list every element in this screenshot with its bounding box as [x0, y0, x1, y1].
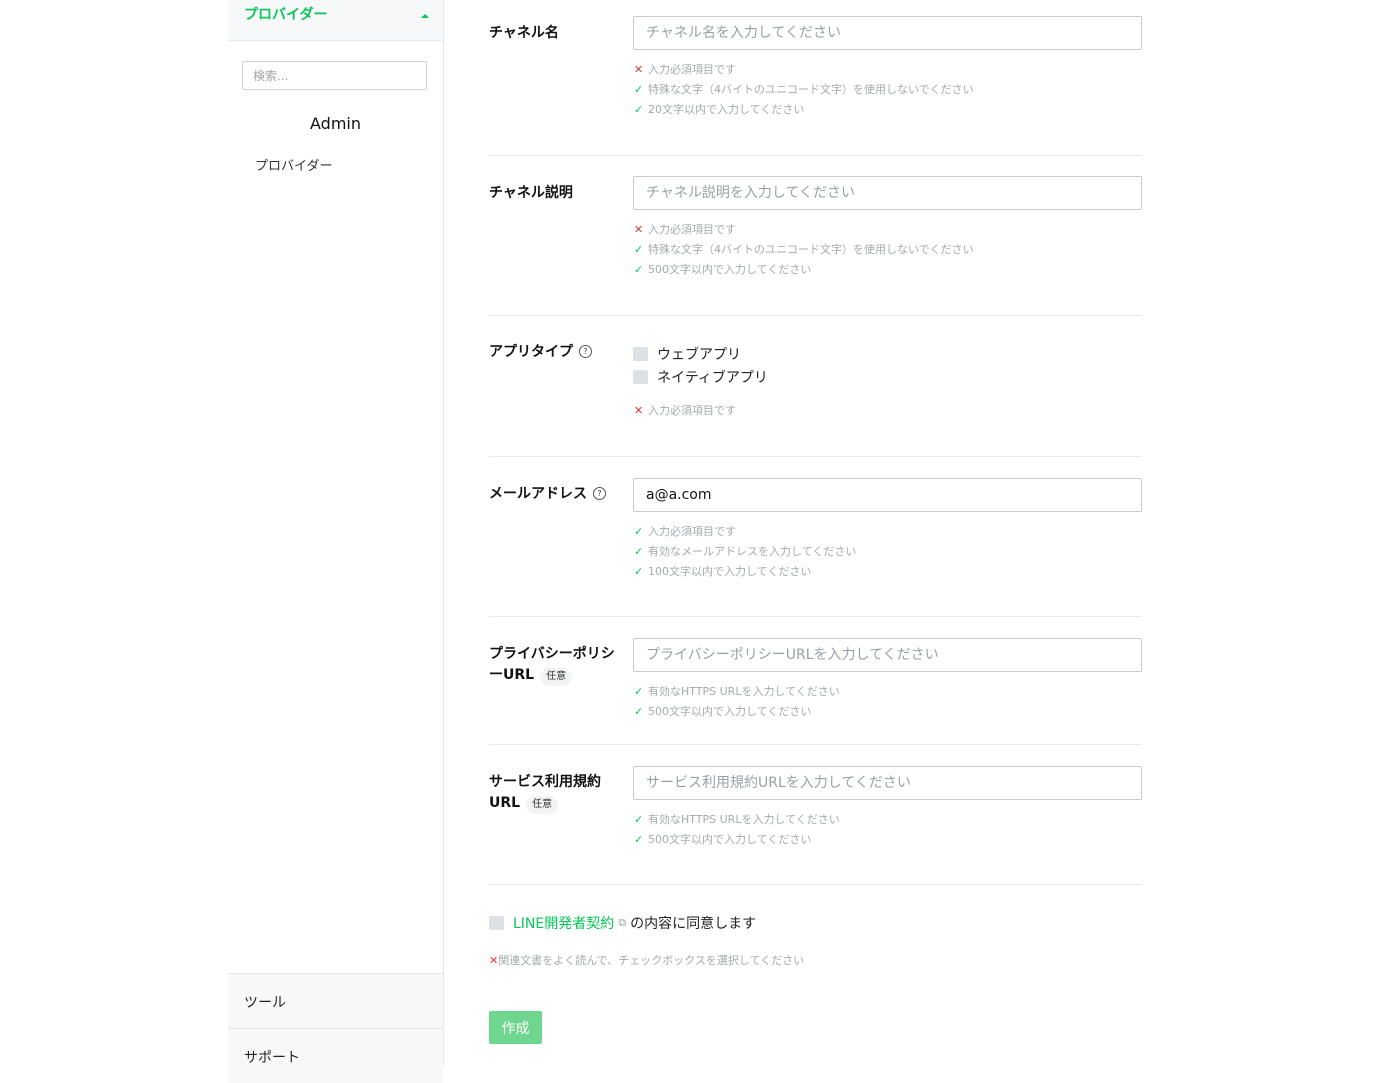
- channel-name-section: チャネル名 ✕入力必須項目です ✓特殊な文字（4バイトのユニコード文字）を使用し…: [489, 16, 1142, 126]
- error-icon: ✕: [634, 223, 644, 236]
- validation-rule: ✕ 入力必須項目です: [634, 63, 736, 76]
- divider: [489, 315, 1142, 316]
- validation-rule: ✓ 500文字以内で入力してください: [634, 263, 812, 276]
- check-icon: ✓: [634, 813, 644, 826]
- agreement-error: ✕関連文書をよく読んで、チェックボックスを選択してください: [489, 954, 805, 967]
- sidebar-item-tools[interactable]: ツール: [228, 973, 443, 1028]
- check-icon: ✓: [634, 685, 644, 698]
- checkbox[interactable]: [633, 370, 648, 384]
- optional-badge: 任意: [540, 668, 573, 686]
- check-icon: ✓: [634, 243, 644, 256]
- divider: [489, 616, 1142, 617]
- terms-url-section: サービス利用規約 URL任意 ✓有効なHTTPS URLを入力してください ✓5…: [489, 766, 1142, 856]
- terms-url-label: サービス利用規約 URL 任意: [489, 772, 601, 814]
- sidebar-item-provider[interactable]: プロバイダー: [255, 155, 332, 174]
- privacy-url-input[interactable]: [633, 638, 1142, 672]
- email-field[interactable]: [633, 478, 1142, 512]
- account-name: Admin: [310, 114, 361, 133]
- validation-rule: ✓ 入力必須項目です: [634, 525, 736, 538]
- sidebar: プロバイダー Admin プロバイダー ツール サポート: [228, 0, 444, 1083]
- sidebar-search-input[interactable]: [242, 61, 427, 90]
- external-link-icon: ⧉: [618, 916, 627, 929]
- channel-name-input[interactable]: [633, 16, 1142, 50]
- sidebar-item-support[interactable]: サポート: [228, 1028, 443, 1083]
- app-type-option-native[interactable]: ネイティブアプリ: [633, 367, 768, 387]
- provider-section-header[interactable]: プロバイダー: [228, 0, 443, 41]
- validation-rule: ✓ 500文字以内で入力してください: [634, 833, 812, 846]
- divider: [489, 456, 1142, 457]
- channel-description-input[interactable]: [633, 176, 1142, 210]
- privacy-url-section: プライバシーポリシ ーURL任意 ✓有効なHTTPS URLを入力してください …: [489, 638, 1142, 728]
- channel-description-label: チャネル説明: [489, 185, 573, 201]
- agreement-row: LINE開発者契約 ⧉ の内容に同意します: [489, 913, 756, 933]
- email-label: メールアドレス?: [489, 484, 606, 505]
- divider: [489, 155, 1142, 156]
- email-section: メールアドレス? ✓入力必須項目です ✓有効なメールアドレスを入力してください …: [489, 478, 1142, 588]
- agreement-checkbox[interactable]: [489, 916, 504, 930]
- check-icon: ✓: [634, 565, 644, 578]
- check-icon: ✓: [634, 705, 644, 718]
- validation-rule: ✓ 特殊な文字（4バイトのユニコード文字）を使用しないでください: [634, 83, 974, 96]
- validation-rule: ✓ 有効なメールアドレスを入力してください: [634, 545, 857, 558]
- error-icon: ✕: [634, 404, 644, 417]
- divider: [489, 884, 1142, 885]
- divider: [489, 744, 1142, 745]
- validation-rule: ✓ 特殊な文字（4バイトのユニコード文字）を使用しないでください: [634, 243, 974, 256]
- app-type-option-web[interactable]: ウェブアプリ: [633, 344, 741, 364]
- validation-rule: ✓ 500文字以内で入力してください: [634, 705, 812, 718]
- check-icon: ✓: [634, 103, 644, 116]
- check-icon: ✓: [634, 83, 644, 96]
- channel-name-label: チャネル名: [489, 25, 559, 41]
- sidebar-item-label: サポート: [244, 1050, 300, 1066]
- check-icon: ✓: [634, 263, 644, 276]
- sidebar-item-label: ツール: [244, 995, 286, 1011]
- validation-rule: ✕ 入力必須項目です: [634, 223, 736, 236]
- error-icon: ✕: [634, 63, 644, 76]
- validation-rule: ✕ 入力必須項目です: [634, 404, 736, 417]
- terms-url-input[interactable]: [633, 766, 1142, 800]
- validation-rule: ✓ 有効なHTTPS URLを入力してください: [634, 813, 840, 826]
- optional-badge: 任意: [526, 796, 559, 814]
- validation-rule: ✓ 20文字以内で入力してください: [634, 103, 805, 116]
- agreement-suffix: の内容に同意します: [630, 916, 757, 932]
- create-button[interactable]: 作成: [489, 1011, 542, 1044]
- validation-rule: ✓ 有効なHTTPS URLを入力してください: [634, 685, 840, 698]
- help-icon[interactable]: ?: [579, 345, 592, 358]
- app-type-section: アプリタイプ? ウェブアプリ ネイティブアプリ ✕ 入力必須項目です: [489, 342, 1142, 432]
- error-icon: ✕: [489, 954, 499, 967]
- provider-section-title: プロバイダー: [244, 7, 328, 23]
- help-icon[interactable]: ?: [593, 487, 606, 500]
- app-type-label: アプリタイプ?: [489, 342, 592, 363]
- privacy-url-label: プライバシーポリシ ーURL 任意: [489, 644, 615, 686]
- channel-description-section: チャネル説明 ✕入力必須項目です ✓特殊な文字（4バイトのユニコード文字）を使用…: [489, 176, 1142, 286]
- caret-up-icon: [421, 14, 429, 18]
- check-icon: ✓: [634, 545, 644, 558]
- check-icon: ✓: [634, 833, 644, 846]
- validation-rule: ✓ 100文字以内で入力してください: [634, 565, 812, 578]
- check-icon: ✓: [634, 525, 644, 538]
- developer-agreement-link[interactable]: LINE開発者契約: [513, 913, 614, 933]
- checkbox[interactable]: [633, 347, 648, 361]
